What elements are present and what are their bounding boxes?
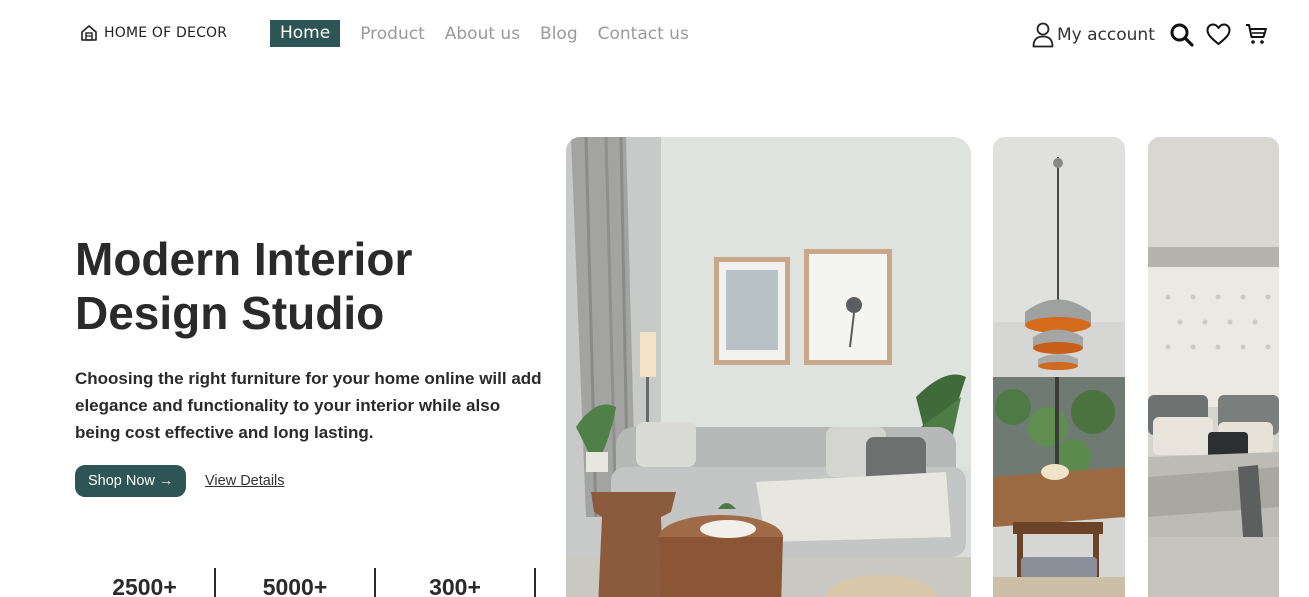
view-details-link[interactable]: View Details [205, 473, 285, 489]
wishlist-button[interactable] [1206, 23, 1231, 46]
heart-icon [1206, 23, 1231, 45]
house-icon [81, 25, 97, 41]
search-icon [1170, 23, 1194, 47]
hero-title-line2: Design Studio [75, 287, 385, 339]
brand-logo[interactable]: HOME OF DECOR [80, 24, 227, 42]
user-icon [1032, 22, 1054, 48]
dining-room-image [993, 137, 1125, 597]
nav-product[interactable]: Product [360, 24, 425, 44]
search-button[interactable] [1169, 22, 1195, 48]
living-room-image [566, 137, 971, 597]
stat-item: 5000+ [216, 568, 376, 597]
stats-row: 2500+ 5000+ 300+ [75, 568, 536, 597]
nav-contact-us[interactable]: Contact us [598, 24, 689, 44]
my-account-label: My account [1057, 25, 1155, 45]
hero-title-line1: Modern Interior [75, 233, 413, 285]
cart-button[interactable] [1245, 23, 1268, 46]
hero-title: Modern Interior Design Studio [75, 232, 495, 340]
bedroom-image [1148, 137, 1279, 597]
main-nav: Home Product About us Blog Contact us [270, 20, 709, 47]
stat-item: 2500+ [75, 568, 216, 597]
hero-description: Choosing the right furniture for your ho… [75, 369, 542, 442]
cart-icon [1246, 24, 1267, 44]
shop-now-button[interactable]: Shop Now → [75, 465, 187, 497]
nav-home[interactable]: Home [270, 20, 341, 47]
nav-blog[interactable]: Blog [540, 24, 578, 44]
my-account-link[interactable]: My account [1032, 22, 1155, 48]
brand-name: HOME OF DECOR [104, 25, 228, 41]
stat-item: 300+ [376, 568, 536, 597]
nav-about-us[interactable]: About us [445, 24, 520, 44]
